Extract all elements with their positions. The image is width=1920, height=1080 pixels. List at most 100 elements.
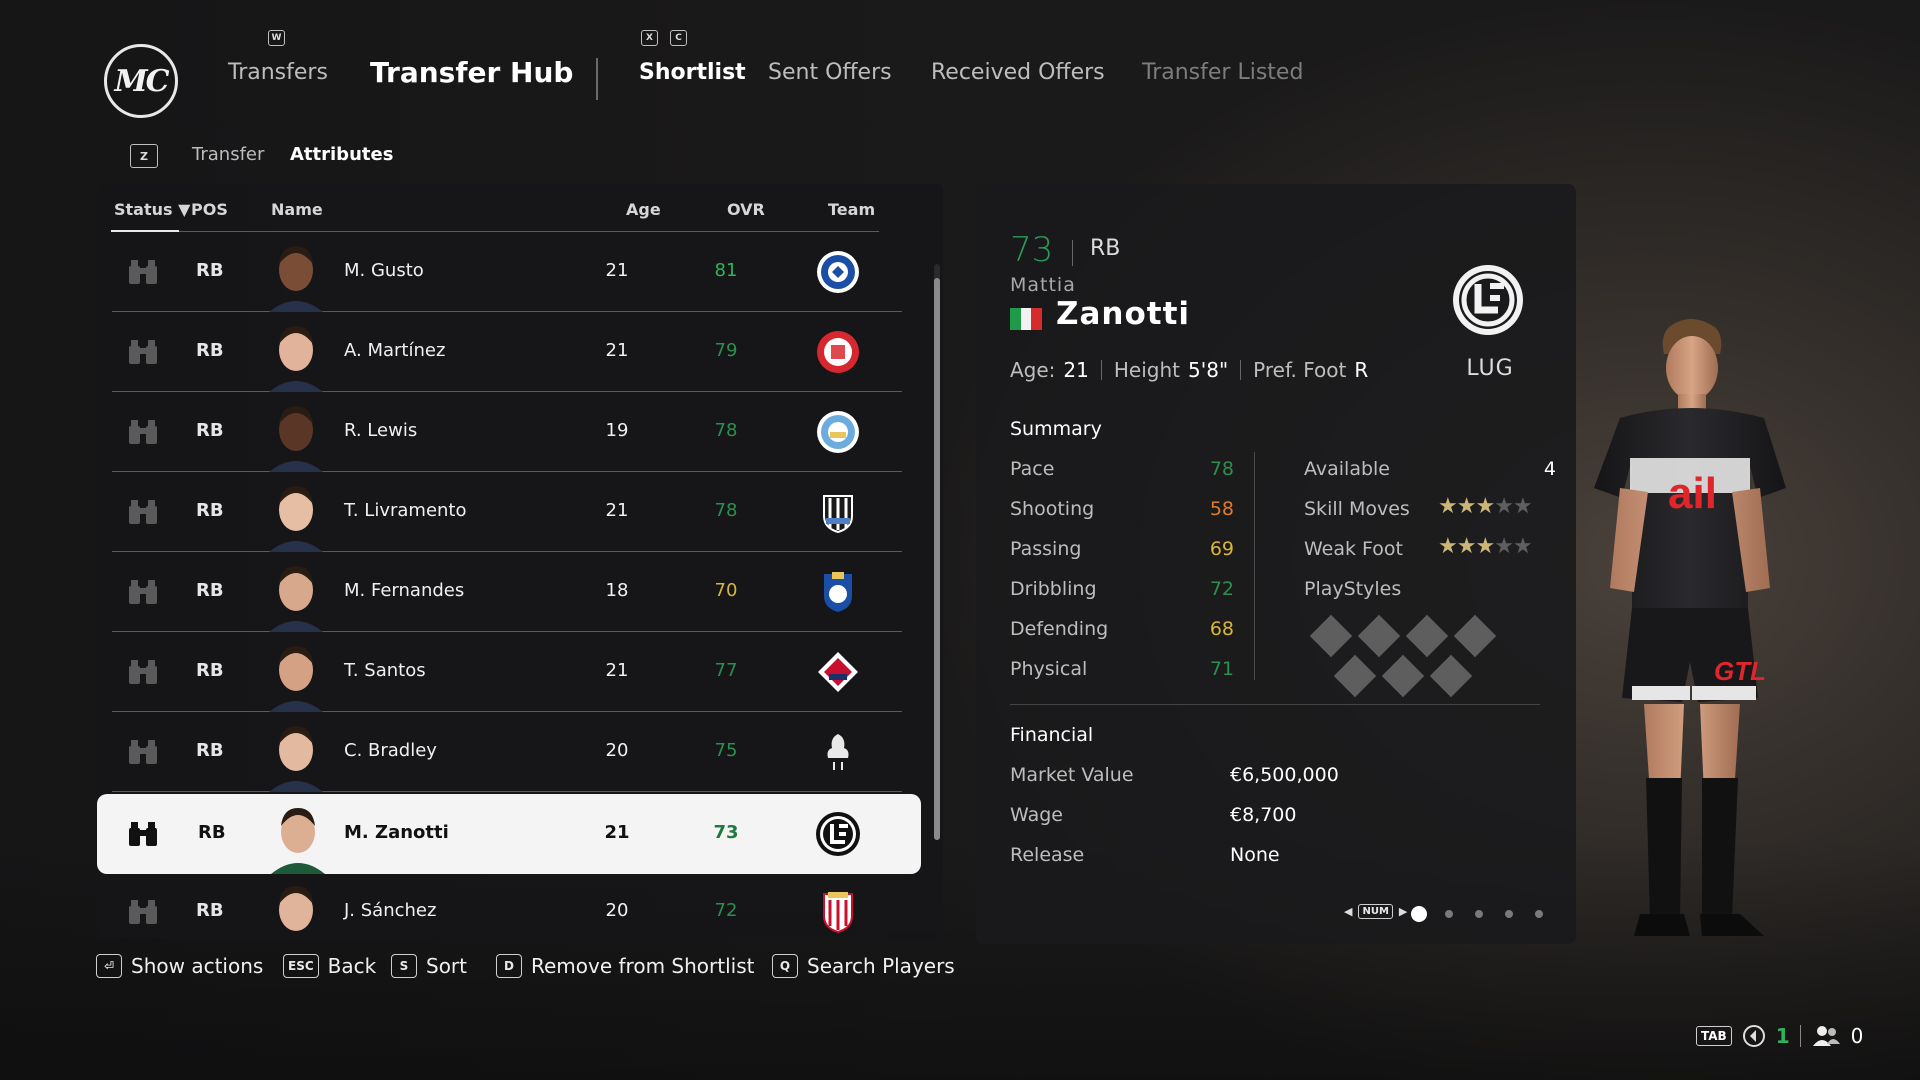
page-navigator[interactable]: ◀ NUM ▶ [1344, 904, 1407, 919]
playstyle-slot-icon[interactable] [1453, 614, 1497, 658]
table-row[interactable]: RB A. Martínez 21 79 [112, 312, 902, 392]
page-dot[interactable] [1505, 910, 1513, 918]
table-row-selected[interactable]: RB M. Zanotti 21 73 [97, 794, 921, 874]
shortlist-table: Status ▼ POS Name Age OVR Team RB M. Gust… [97, 184, 943, 938]
remove-from-shortlist-button[interactable]: D Remove from Shortlist [496, 954, 754, 978]
subnav-attributes[interactable]: Attributes [290, 144, 393, 165]
back-button[interactable]: ESC Back [283, 954, 376, 978]
speaker-icon [1742, 1025, 1765, 1047]
sevilla-crest-icon [823, 892, 853, 934]
row-position: RB [196, 900, 224, 921]
scrollbar-thumb[interactable] [934, 278, 940, 840]
row-player-name: T. Livramento [344, 500, 467, 521]
row-player-name: J. Sánchez [344, 900, 437, 921]
col-header-name[interactable]: Name [271, 200, 323, 219]
row-player-name: A. Martínez [344, 340, 446, 361]
wage-value: €8,700 [1230, 804, 1297, 826]
svg-text:ail: ail [1668, 469, 1717, 518]
tab-received-offers[interactable]: Received Offers [931, 60, 1105, 85]
row-age: 21 [605, 260, 629, 281]
mc-logo: MC [104, 44, 178, 118]
row-age: 20 [605, 740, 629, 761]
playstyle-slot-icon[interactable] [1381, 654, 1425, 698]
page-dot-active[interactable] [1411, 906, 1427, 922]
show-actions-button[interactable]: ⏎ Show actions [96, 954, 263, 978]
chevron-right-icon[interactable]: ▶ [1399, 905, 1407, 918]
col-header-age[interactable]: Age [626, 200, 661, 219]
table-row[interactable]: RB T. Livramento 21 78 [112, 472, 902, 552]
col-header-team[interactable]: Team [828, 200, 875, 219]
col-header-pos[interactable]: POS [191, 200, 228, 219]
tab-shortlist[interactable]: Shortlist [639, 60, 746, 85]
social-status-bar[interactable]: TAB 1 0 [1696, 1024, 1863, 1048]
player-portrait [269, 406, 323, 472]
page-dot[interactable] [1475, 910, 1483, 918]
sort-button[interactable]: S Sort [391, 954, 467, 978]
playstyle-slot-icon[interactable] [1405, 614, 1449, 658]
playstyles-label: PlayStyles [1304, 578, 1402, 600]
tab-transfer-listed[interactable]: Transfer Listed [1142, 60, 1303, 85]
row-ovr: 75 [714, 740, 738, 761]
table-row[interactable]: RB R. Lewis 19 78 [112, 392, 902, 472]
player-portrait [269, 326, 323, 392]
player-first-name: Mattia [1010, 274, 1076, 296]
col-header-ovr[interactable]: OVR [727, 200, 765, 219]
shooting-label: Shooting [1010, 498, 1095, 520]
release-label: Release [1010, 844, 1085, 866]
row-player-name: M. Gusto [344, 260, 424, 281]
row-player-name: R. Lewis [344, 420, 418, 441]
star-empty-icon: ★ [1512, 494, 1533, 519]
playstyle-slot-icon[interactable] [1429, 654, 1473, 698]
row-position: RB [198, 822, 226, 843]
passing-value: 69 [1209, 538, 1234, 560]
row-age: 18 [605, 580, 629, 601]
subnav-transfer[interactable]: Transfer [192, 144, 264, 165]
man-city-crest-icon [817, 411, 859, 453]
market-value-label: Market Value [1010, 764, 1134, 786]
page-dot[interactable] [1535, 910, 1543, 918]
playstyle-slot-icon[interactable] [1333, 654, 1377, 698]
defending-label: Defending [1010, 618, 1109, 640]
star-empty-icon: ★ [1512, 534, 1533, 559]
star-filled-icon: ★ [1475, 494, 1495, 519]
nav-transfers[interactable]: Transfers [228, 60, 328, 85]
row-position: RB [196, 420, 224, 441]
chevron-left-icon[interactable]: ◀ [1344, 905, 1352, 918]
tab-key-icon: TAB [1696, 1026, 1732, 1046]
physical-label: Physical [1010, 658, 1088, 680]
playstyle-slot-icon[interactable] [1357, 614, 1401, 658]
newcastle-crest-icon [823, 495, 853, 534]
row-position: RB [196, 340, 224, 361]
defending-value: 68 [1209, 618, 1234, 640]
table-row[interactable]: RB M. Fernandes 18 70 [112, 552, 902, 632]
player-portrait [267, 798, 329, 874]
financial-title: Financial [1010, 724, 1094, 746]
table-row[interactable]: RB J. Sánchez 20 72 [112, 872, 902, 938]
row-ovr: 70 [714, 580, 738, 601]
table-row[interactable]: RB T. Santos 21 77 [112, 632, 902, 712]
row-ovr: 77 [714, 660, 738, 681]
dribbling-label: Dribbling [1010, 578, 1097, 600]
svg-text:GTL: GTL [1714, 656, 1766, 686]
player-ovr: 73 [1010, 230, 1054, 270]
pace-value: 78 [1209, 458, 1234, 480]
binoculars-icon [129, 500, 157, 524]
table-row[interactable]: RB M. Gusto 21 81 [112, 232, 902, 312]
player-portrait [269, 726, 323, 792]
lugano-crest-icon [1453, 265, 1523, 335]
table-row[interactable]: RB C. Bradley 20 75 [112, 712, 902, 792]
friends-count: 0 [1850, 1024, 1864, 1048]
player-figure-render: ail GTL [1594, 319, 1786, 936]
row-position: RB [196, 660, 224, 681]
page-dot[interactable] [1445, 910, 1453, 918]
star-empty-icon: ★ [1494, 494, 1514, 519]
key-hint-c: C [670, 30, 687, 46]
tab-sent-offers[interactable]: Sent Offers [768, 60, 892, 85]
playstyle-slot-icon[interactable] [1309, 614, 1353, 658]
row-age: 21 [604, 822, 630, 843]
star-filled-icon: ★ [1475, 534, 1495, 559]
search-players-button[interactable]: Q Search Players [772, 954, 955, 978]
passing-label: Passing [1010, 538, 1082, 560]
porto-crest-icon [824, 572, 852, 612]
col-header-status[interactable]: Status ▼ [114, 200, 190, 219]
